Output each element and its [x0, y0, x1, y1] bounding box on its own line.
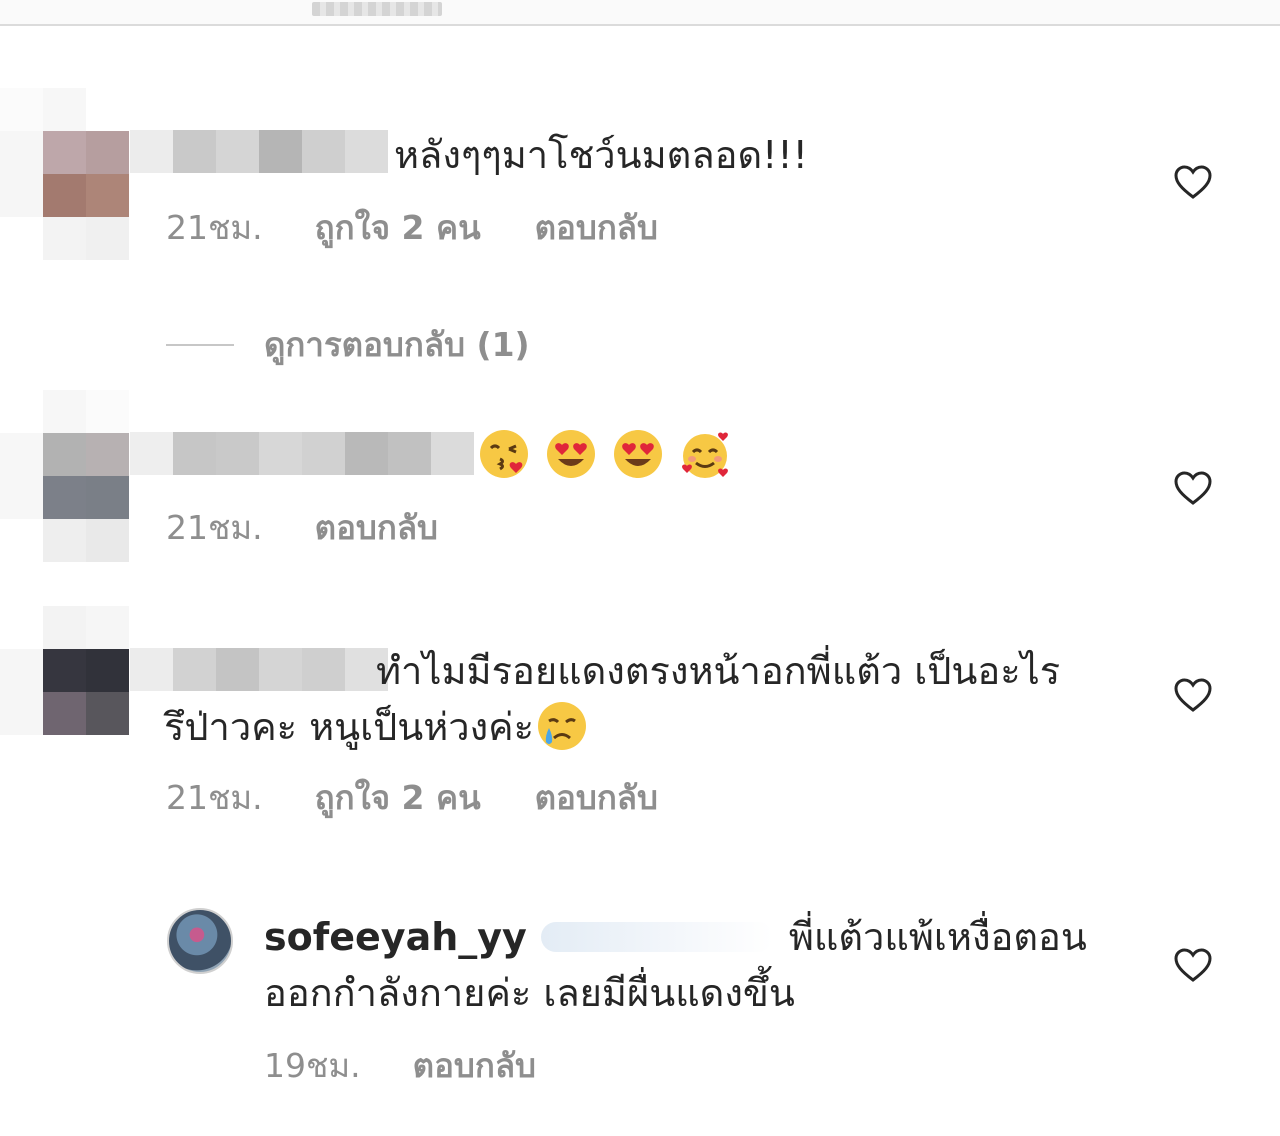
comment-3-likes[interactable]: ถูกใจ 2 คน — [315, 778, 481, 818]
comment-3-text-line-1: ทำไมมีรอยแดงตรงหน้าอกพี่แต้ว เป็นอะไร — [376, 649, 1061, 693]
comment-1-username-blurred[interactable] — [130, 130, 388, 173]
comment-3-text-line-2-wrap: รึป่าวคะ หนูเป็นห่วงค่ะ — [164, 698, 598, 760]
heart-outline-icon[interactable] — [1173, 164, 1213, 200]
crying-face-emoji — [538, 701, 586, 750]
heart-outline-icon[interactable] — [1173, 677, 1213, 713]
comment-2-avatar-pixelated[interactable] — [0, 390, 129, 562]
comment-3-reply-button[interactable]: ตอบกลับ — [535, 778, 658, 818]
reply-meta: 19ชม. ตอบกลับ — [264, 1046, 536, 1086]
reply-avatar[interactable] — [167, 908, 233, 974]
heart-eyes-emoji — [614, 430, 663, 478]
comment-2-emoji-row — [478, 428, 741, 480]
kissing-face-emoji — [480, 430, 528, 478]
comment-1-reply-button[interactable]: ตอบกลับ — [535, 208, 658, 248]
smiling-face-with-hearts-emoji — [682, 432, 729, 478]
reply-text-line-1-wrap: sofeeyah_yy พี่แต้วแพ้เหงื่อตอน — [264, 908, 1087, 966]
comment-3-time: 21ชม. — [166, 778, 263, 817]
comment-3-avatar-pixelated[interactable] — [0, 606, 129, 735]
cutoff-previous-text — [312, 2, 442, 16]
comment-2-time: 21ชม. — [166, 508, 263, 547]
comment-2-reply-button[interactable]: ตอบกลับ — [315, 508, 438, 548]
heart-eyes-emoji — [547, 430, 596, 478]
heart-outline-icon[interactable] — [1173, 470, 1213, 506]
view-replies-link[interactable]: ดูการตอบกลับ (1) — [166, 318, 530, 371]
reply-text-line-2: ออกกำลังกายค่ะ เลยมีผื่นแดงขึ้น — [264, 971, 795, 1015]
view-replies-line — [166, 343, 234, 346]
comment-3-username-blurred[interactable] — [130, 648, 388, 691]
reply-mention-blurred[interactable] — [540, 921, 773, 952]
comment-1-avatar-pixelated[interactable] — [0, 88, 129, 260]
reply-reply-button[interactable]: ตอบกลับ — [413, 1046, 536, 1086]
comment-2-meta: 21ชม. ตอบกลับ — [166, 508, 438, 548]
comment-1-meta: 21ชม. ถูกใจ 2 คน ตอบกลับ — [166, 208, 658, 248]
comment-1-likes[interactable]: ถูกใจ 2 คน — [315, 208, 481, 248]
comment-1-text: หลังๆๆมาโชว์นมตลอด!!! — [394, 133, 808, 177]
heart-outline-icon[interactable] — [1173, 947, 1213, 983]
reply-time: 19ชม. — [264, 1046, 361, 1085]
top-bar — [0, 0, 1280, 26]
reply-username[interactable]: sofeeyah_yy — [264, 915, 527, 959]
comment-3-meta: 21ชม. ถูกใจ 2 คน ตอบกลับ — [166, 778, 658, 818]
comment-2-username-blurred[interactable] — [130, 432, 474, 475]
reply-text-line-1: พี่แต้วแพ้เหงื่อตอน — [788, 915, 1087, 959]
comment-3-text-line-2: รึป่าวคะ หนูเป็นห่วงค่ะ — [164, 705, 534, 749]
view-replies-label[interactable]: ดูการตอบกลับ (1) — [264, 318, 530, 371]
comment-1-time: 21ชม. — [166, 208, 263, 247]
